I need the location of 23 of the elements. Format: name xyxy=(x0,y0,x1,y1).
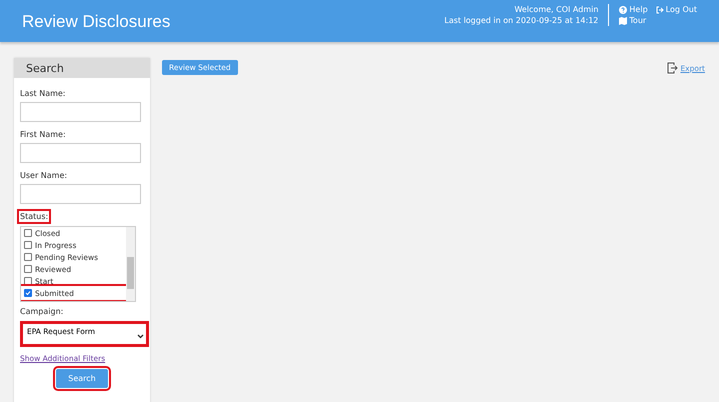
logout-icon xyxy=(656,6,664,14)
field-label: Last Name: xyxy=(20,89,66,98)
input-field[interactable] xyxy=(20,184,141,204)
map-icon xyxy=(619,16,628,24)
checkbox[interactable] xyxy=(24,289,32,297)
field-label: First Name: xyxy=(20,130,66,139)
help-icon xyxy=(619,6,628,14)
checkbox[interactable] xyxy=(24,229,32,237)
panel-title: Search xyxy=(14,58,150,78)
checkbox[interactable] xyxy=(24,265,32,273)
checkbox[interactable] xyxy=(24,253,32,261)
export-icon xyxy=(667,62,678,74)
page-title: Review Disclosures xyxy=(22,12,172,32)
chevron-icon xyxy=(137,333,144,340)
checkbox[interactable] xyxy=(24,241,32,249)
input-field[interactable] xyxy=(20,102,141,122)
scrollbar[interactable] xyxy=(126,227,135,301)
input-field[interactable] xyxy=(20,143,141,163)
field-label: User Name: xyxy=(20,171,68,180)
last-login-text: Last logged in on 2020-09-25 at 14:12 xyxy=(444,15,598,26)
status-label: Status: xyxy=(20,212,48,221)
field-label: Campaign: xyxy=(20,307,64,316)
welcome-text: Welcome, COI Admin xyxy=(513,4,598,15)
